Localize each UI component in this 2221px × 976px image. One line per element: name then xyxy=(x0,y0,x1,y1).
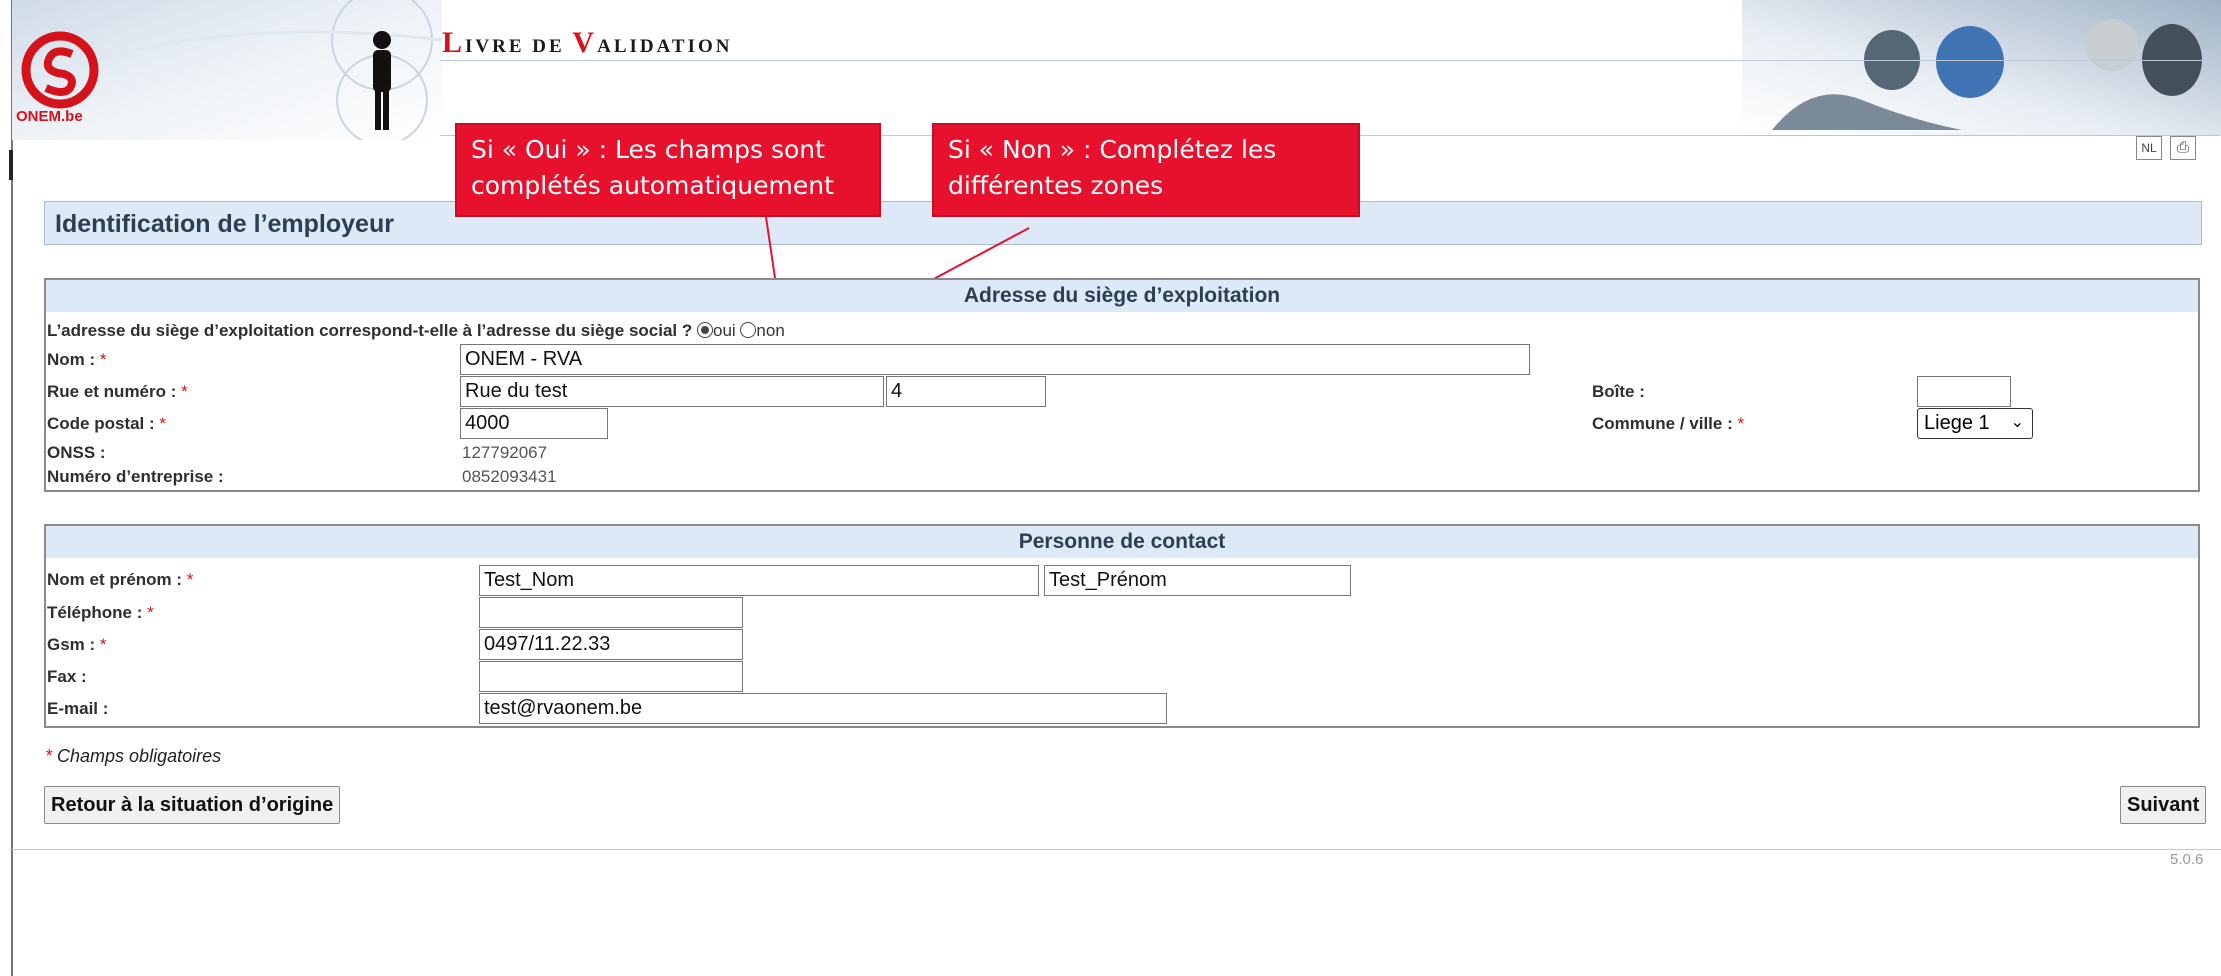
telephone-input[interactable] xyxy=(479,597,743,628)
contact-nom-input[interactable]: Test_Nom xyxy=(479,565,1039,596)
radio-non[interactable] xyxy=(740,322,757,338)
onem-logo xyxy=(21,31,99,109)
section-header: Adresse du siège d’exploitation xyxy=(46,280,2198,312)
nom-label: Nom : * xyxy=(47,350,107,369)
onss-label: ONSS : xyxy=(47,443,106,462)
onss-value: 127792067 xyxy=(462,443,548,462)
email-input[interactable]: test@rvaonem.be xyxy=(479,693,1167,724)
fax-label: Fax : xyxy=(47,667,87,686)
contact-prenom-input[interactable]: Test_Prénom xyxy=(1044,565,1351,596)
nom-prenom-label: Nom et prénom : * xyxy=(47,570,194,589)
title-part: ALIDATION xyxy=(597,36,733,57)
language-nl-button[interactable]: NL xyxy=(2136,136,2162,160)
radio-oui[interactable] xyxy=(697,322,713,338)
numero-entreprise-value: 0852093431 xyxy=(462,467,557,486)
section-header: Personne de contact xyxy=(46,526,2198,558)
boite-input[interactable] xyxy=(1917,376,2011,407)
callout-oui: Si « Oui » : Les champs sont complétés a… xyxy=(455,123,881,217)
telephone-label: Téléphone : * xyxy=(47,603,154,622)
retour-origine-button[interactable]: Retour à la situation d’origine xyxy=(44,786,341,824)
callout-non: Si « Non » : Complétez les différentes z… xyxy=(932,123,1360,217)
nom-input[interactable]: ONEM - RVA xyxy=(460,344,1530,375)
footer-rule xyxy=(12,849,2221,850)
gsm-label: Gsm : * xyxy=(47,635,107,654)
commune-selected-value: Liege 1 xyxy=(1924,412,1990,434)
siege-question: L’adresse du siège d’exploitation corres… xyxy=(47,321,785,341)
fax-input[interactable] xyxy=(479,661,743,692)
siege-exploitation-section: Adresse du siège d’exploitation xyxy=(44,278,2200,492)
numero-entreprise-label: Numéro d’entreprise : xyxy=(47,467,224,486)
code-postal-input[interactable]: 4000 xyxy=(460,408,608,439)
gsm-input[interactable]: 0497/11.22.33 xyxy=(479,629,743,660)
window-left-marker xyxy=(9,150,13,180)
commune-select[interactable]: Liege 1 ⌄ xyxy=(1917,408,2033,439)
rue-label: Rue et numéro : * xyxy=(47,382,188,401)
boite-label: Boîte : xyxy=(1592,382,1645,401)
header-banner xyxy=(12,0,2221,140)
title-letter: L xyxy=(442,26,466,59)
printer-icon[interactable]: ⎙ xyxy=(2170,136,2196,160)
required-fields-note: * Champs obligatoires xyxy=(45,746,222,766)
rue-input[interactable]: Rue du test xyxy=(460,376,884,407)
page-title: Identification de l’employeur xyxy=(55,210,394,238)
chevron-down-icon: ⌄ xyxy=(2010,414,2024,431)
code-postal-label: Code postal : * xyxy=(47,414,167,433)
header-background xyxy=(12,0,2221,140)
question-text: L’adresse du siège d’exploitation corres… xyxy=(47,321,693,340)
logo-text: ONEM.be xyxy=(16,108,83,125)
email-label: E-mail : xyxy=(47,699,109,718)
suivant-button[interactable]: Suivant xyxy=(2120,786,2207,824)
radio-oui-label: oui xyxy=(713,321,736,340)
title-part: IVRE DE xyxy=(465,36,573,57)
commune-label: Commune / ville : * xyxy=(1592,414,1745,433)
radio-non-label: non xyxy=(756,321,785,340)
header-rule xyxy=(440,60,2220,61)
window-left-border xyxy=(11,0,13,976)
app-title: LIVRE DE VALIDATION xyxy=(442,26,732,60)
version-label: 5.0.6 xyxy=(2170,851,2204,868)
numero-input[interactable]: 4 xyxy=(886,376,1046,407)
title-letter: V xyxy=(572,26,598,59)
